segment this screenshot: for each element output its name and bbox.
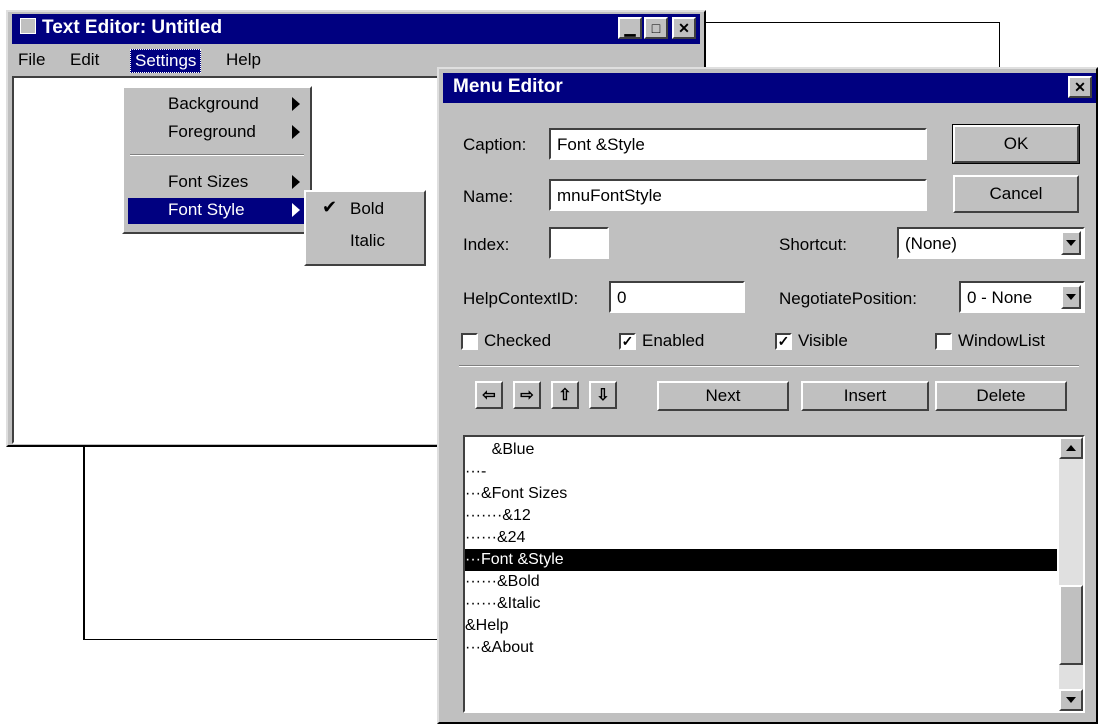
enabled-label: Enabled [642, 331, 705, 350]
checkmark-icon[interactable]: ✓ [619, 332, 636, 350]
move-up-icon[interactable]: ⇧ [551, 381, 579, 409]
dropdown-arrow-icon[interactable] [1061, 285, 1081, 309]
list-item[interactable]: &Help [465, 615, 1057, 637]
app-icon[interactable] [20, 18, 36, 34]
menu-item-bold-label: Bold [350, 199, 385, 218]
move-left-icon[interactable]: ⇦ [475, 381, 503, 409]
check-icon: ✔ [322, 197, 338, 217]
scroll-thumb[interactable] [1059, 585, 1083, 665]
text-editor-titlebar[interactable]: Text Editor: Untitled ▁ □ ✕ [12, 14, 700, 44]
caption-label: Caption: [463, 135, 527, 154]
delete-button[interactable]: Delete [935, 381, 1067, 411]
checkmark-icon[interactable]: ✓ [775, 332, 792, 350]
menu-item-italic-label: Italic [350, 231, 385, 250]
menu-item-font-style-label: Font Style [168, 200, 245, 219]
settings-dropdown: Background Foreground Font Sizes Font St… [122, 86, 312, 234]
negotiateposition-combo[interactable]: 0 - None [959, 281, 1085, 313]
list-item[interactable]: ······&Italic [465, 593, 1057, 615]
text-editor-title: Text Editor: Untitled [42, 17, 223, 38]
enabled-checkbox[interactable]: ✓ Enabled [619, 331, 704, 351]
shortcut-combo[interactable]: (None) [897, 227, 1085, 259]
scroll-up-icon[interactable] [1059, 437, 1083, 459]
menu-settings[interactable]: Settings [130, 49, 202, 73]
ok-button[interactable]: OK [952, 124, 1080, 164]
caption-input[interactable]: Font &Style [549, 128, 927, 160]
separator [459, 365, 1079, 367]
checkbox-box[interactable] [461, 332, 478, 350]
list-item[interactable]: ···&About [465, 637, 1057, 659]
index-label: Index: [463, 235, 510, 254]
font-style-submenu: ✔ Bold Italic [304, 190, 426, 266]
menu-item-font-sizes-label: Font Sizes [168, 172, 249, 191]
menu-separator [130, 154, 304, 156]
maximize-icon[interactable]: □ [644, 17, 668, 39]
list-item[interactable]: ······&24 [465, 527, 1057, 549]
menu-item-italic[interactable]: Italic [310, 228, 420, 256]
next-button[interactable]: Next [657, 381, 789, 411]
helpcontextid-label: HelpContextID: [463, 289, 579, 308]
name-input[interactable]: mnuFontStyle [549, 179, 927, 211]
menu-help[interactable]: Help [222, 49, 265, 71]
helpcontextid-input[interactable]: 0 [609, 281, 745, 313]
menu-editor-window: Menu Editor ✕ Caption: Font &Style OK Na… [437, 67, 1098, 724]
checked-label: Checked [484, 331, 552, 350]
menu-item-foreground-label: Foreground [168, 122, 256, 141]
scroll-down-icon[interactable] [1059, 689, 1083, 711]
menu-item-bold[interactable]: ✔ Bold [310, 196, 420, 224]
list-scrollbar[interactable] [1059, 437, 1083, 711]
list-item[interactable]: ···Font &Style [465, 549, 1057, 571]
cancel-button[interactable]: Cancel [953, 175, 1079, 213]
submenu-arrow-icon [292, 97, 300, 111]
negotiateposition-label: NegotiatePosition: [779, 289, 917, 308]
submenu-arrow-icon [292, 175, 300, 189]
dropdown-arrow-icon[interactable] [1061, 231, 1081, 255]
move-down-icon[interactable]: ⇩ [589, 381, 617, 409]
move-right-icon[interactable]: ⇨ [513, 381, 541, 409]
checkbox-box[interactable] [935, 332, 952, 350]
menu-items-list[interactable]: &Blue ···- ···&Font Sizes ·······&12 ······&… [463, 435, 1085, 713]
list-item[interactable]: ······&Bold [465, 571, 1057, 593]
submenu-arrow-icon [292, 203, 300, 217]
visible-label: Visible [798, 331, 848, 350]
list-item[interactable]: ···&Font Sizes [465, 483, 1057, 505]
close-icon[interactable]: ✕ [672, 17, 696, 39]
negotiateposition-value: 0 - None [967, 288, 1033, 307]
shortcut-label: Shortcut: [779, 235, 848, 254]
name-label: Name: [463, 187, 514, 206]
close-icon[interactable]: ✕ [1068, 76, 1092, 98]
insert-button[interactable]: Insert [801, 381, 929, 411]
menu-editor-title: Menu Editor [453, 76, 563, 97]
menu-edit[interactable]: Edit [66, 49, 103, 71]
shortcut-value: (None) [905, 234, 957, 253]
menu-item-background[interactable]: Background [128, 92, 306, 118]
submenu-arrow-icon [292, 125, 300, 139]
windowlist-label: WindowList [958, 331, 1045, 350]
list-item[interactable]: ···- [465, 461, 1057, 483]
menu-file[interactable]: File [14, 49, 49, 71]
menu-editor-titlebar[interactable]: Menu Editor ✕ [443, 73, 1096, 103]
minimize-icon[interactable]: ▁ [618, 17, 642, 39]
index-input[interactable] [549, 227, 609, 259]
windowlist-checkbox[interactable]: WindowList [935, 331, 1045, 351]
visible-checkbox[interactable]: ✓ Visible [775, 331, 848, 351]
menu-item-foreground[interactable]: Foreground [128, 120, 306, 146]
menu-item-font-sizes[interactable]: Font Sizes [128, 170, 306, 196]
list-item[interactable]: &Blue [465, 439, 1057, 461]
list-item[interactable]: ·······&12 [465, 505, 1057, 527]
menu-item-background-label: Background [168, 94, 259, 113]
checked-checkbox[interactable]: Checked [461, 331, 551, 351]
menu-item-font-style[interactable]: Font Style [128, 198, 306, 224]
